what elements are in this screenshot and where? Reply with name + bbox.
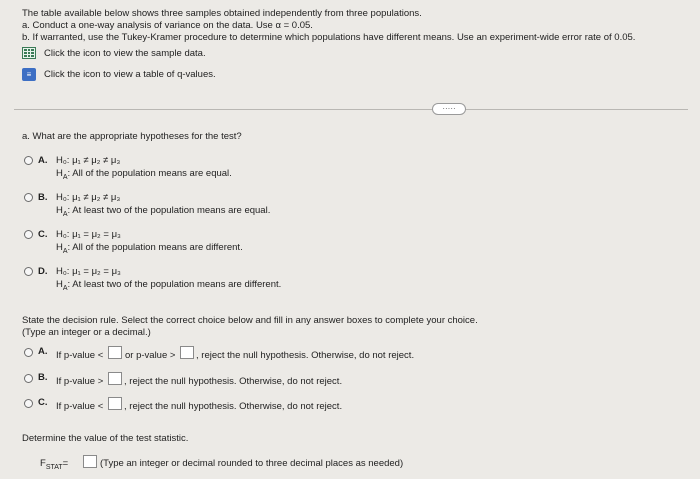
statistic-prompt: Determine the value of the test statisti… [22, 433, 189, 444]
hypothesis-option-b-ha: HA: At least two of the population means… [56, 205, 271, 218]
fstat-hint: (Type an integer or decimal rounded to t… [100, 458, 404, 469]
sample-data-link[interactable]: Click the icon to view the sample data. [44, 48, 206, 59]
expand-more-button[interactable]: ····· [432, 103, 466, 115]
hypothesis-option-b-h0: H₀: μ₁ ≠ μ₂ ≠ μ₃ [56, 192, 121, 203]
decision-option-a-radio[interactable] [24, 348, 33, 357]
decision-prompt-line-2: (Type an integer or a decimal.) [22, 327, 151, 338]
decision-option-a-input-1[interactable] [108, 346, 122, 359]
decision-option-a-mid: or p-value > [125, 350, 176, 361]
hypothesis-option-c-h0: H₀: μ₁ = μ₂ = μ₃ [56, 229, 121, 240]
hypothesis-option-a-ha: HA: All of the population means are equa… [56, 168, 232, 181]
decision-option-b-input[interactable] [108, 372, 122, 385]
hypothesis-option-d-radio[interactable] [24, 267, 33, 276]
decision-option-c-letter: C. [38, 397, 48, 408]
hypothesis-option-d-h0: H₀: μ₁ = μ₂ = μ₃ [56, 266, 121, 277]
decision-option-a-post: , reject the null hypothesis. Otherwise,… [196, 350, 415, 361]
decision-option-c-radio[interactable] [24, 399, 33, 408]
fstat-input[interactable] [83, 455, 97, 468]
decision-option-b-pre: If p-value > [56, 376, 104, 387]
hypothesis-option-b-letter: B. [38, 192, 48, 203]
decision-option-a-pre: If p-value < [56, 350, 104, 361]
intro-line-1: The table available below shows three sa… [22, 8, 422, 19]
table-grid-icon[interactable] [22, 47, 36, 59]
intro-line-3: b. If warranted, use the Tukey-Kramer pr… [22, 32, 636, 43]
hypothesis-option-c-letter: C. [38, 229, 48, 240]
decision-option-c-post: , reject the null hypothesis. Otherwise,… [124, 401, 343, 412]
hypothesis-option-c-radio[interactable] [24, 230, 33, 239]
decision-option-b-radio[interactable] [24, 374, 33, 383]
decision-prompt-line-1: State the decision rule. Select the corr… [22, 315, 478, 326]
decision-option-a-input-2[interactable] [180, 346, 194, 359]
decision-option-c-input[interactable] [108, 397, 122, 410]
hypothesis-option-a-radio[interactable] [24, 156, 33, 165]
decision-option-a-letter: A. [38, 346, 48, 357]
decision-option-b-post: , reject the null hypothesis. Otherwise,… [124, 376, 343, 387]
hypothesis-option-b-radio[interactable] [24, 193, 33, 202]
decision-option-b-letter: B. [38, 372, 48, 383]
fstat-label: FSTAT= [40, 458, 69, 471]
qvalue-table-link[interactable]: Click the icon to view a table of q-valu… [44, 69, 216, 80]
decision-option-c-pre: If p-value < [56, 401, 104, 412]
hypothesis-option-d-letter: D. [38, 266, 48, 277]
hypothesis-option-a-h0: H₀: μ₁ ≠ μ₂ ≠ μ₃ [56, 155, 121, 166]
section-divider [14, 109, 688, 110]
hypothesis-option-a-letter: A. [38, 155, 48, 166]
book-icon[interactable]: ≡ [22, 68, 36, 81]
question-a-prompt: a. What are the appropriate hypotheses f… [22, 131, 242, 142]
hypothesis-option-c-ha: HA: All of the population means are diff… [56, 242, 243, 255]
hypothesis-option-d-ha: HA: At least two of the population means… [56, 279, 282, 292]
intro-line-2: a. Conduct a one-way analysis of varianc… [22, 20, 313, 31]
